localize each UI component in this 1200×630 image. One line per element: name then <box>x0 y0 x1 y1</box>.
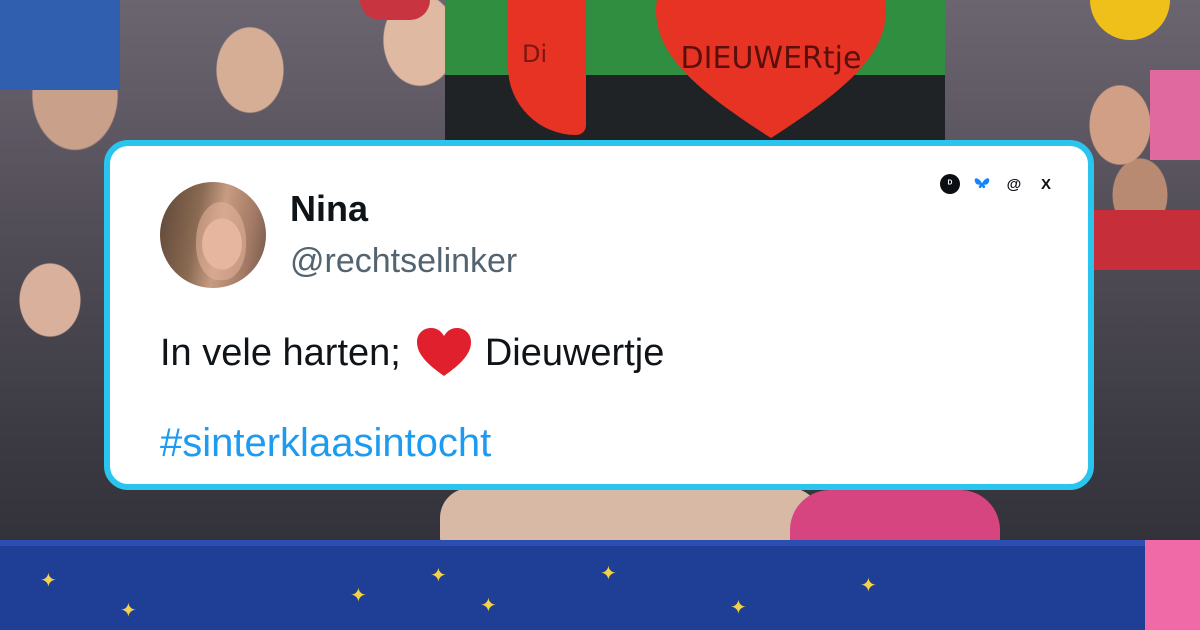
star-decoration: ✦ <box>350 585 367 607</box>
tweet-card: ᴰ @ X Nina @rechtselinker In vele harten… <box>104 140 1094 490</box>
hashtag-link[interactable]: #sinterklaasintocht <box>160 421 491 466</box>
threads-icon[interactable]: @ <box>1004 174 1024 194</box>
star-decoration: ✦ <box>730 597 747 619</box>
heart-sign-shape: DIEUWERtje <box>656 0 886 138</box>
d-app-icon[interactable]: ᴰ <box>940 174 960 194</box>
red-hat <box>360 0 430 20</box>
red-heart-icon <box>416 328 471 378</box>
x-icon[interactable]: X <box>1036 174 1056 194</box>
user-handle[interactable]: @rechtselinker <box>290 242 517 281</box>
display-name[interactable]: Nina <box>290 188 368 230</box>
tweet-text: In vele harten; Dieuwertje <box>160 328 664 378</box>
pink-jacket <box>1150 70 1200 160</box>
star-decoration: ✦ <box>430 565 447 587</box>
heart-sign-text: DIEUWERtje <box>681 41 862 76</box>
pink-pole <box>1145 540 1200 630</box>
tweet-text-before: In vele harten; <box>160 331 401 374</box>
red-scarf <box>1090 210 1200 270</box>
bluesky-icon[interactable] <box>972 174 992 194</box>
blue-jacket <box>0 0 120 90</box>
partial-sign-text: Di <box>522 40 548 68</box>
star-decoration: ✦ <box>40 570 57 592</box>
star-decoration: ✦ <box>860 575 877 597</box>
star-decoration: ✦ <box>480 595 497 617</box>
social-icons: ᴰ @ X <box>940 174 1056 194</box>
heart-sign: DIEUWERtje <box>656 0 886 138</box>
star-decoration: ✦ <box>600 563 617 585</box>
avatar[interactable] <box>160 182 266 288</box>
hands-on-barrier <box>440 488 820 548</box>
tweet-text-after: Dieuwertje <box>484 331 665 374</box>
crowd-barrier: ✦ ✦ ✦ ✦ ✦ ✦ ✦ ✦ <box>0 540 1200 630</box>
star-decoration: ✦ <box>120 600 137 622</box>
